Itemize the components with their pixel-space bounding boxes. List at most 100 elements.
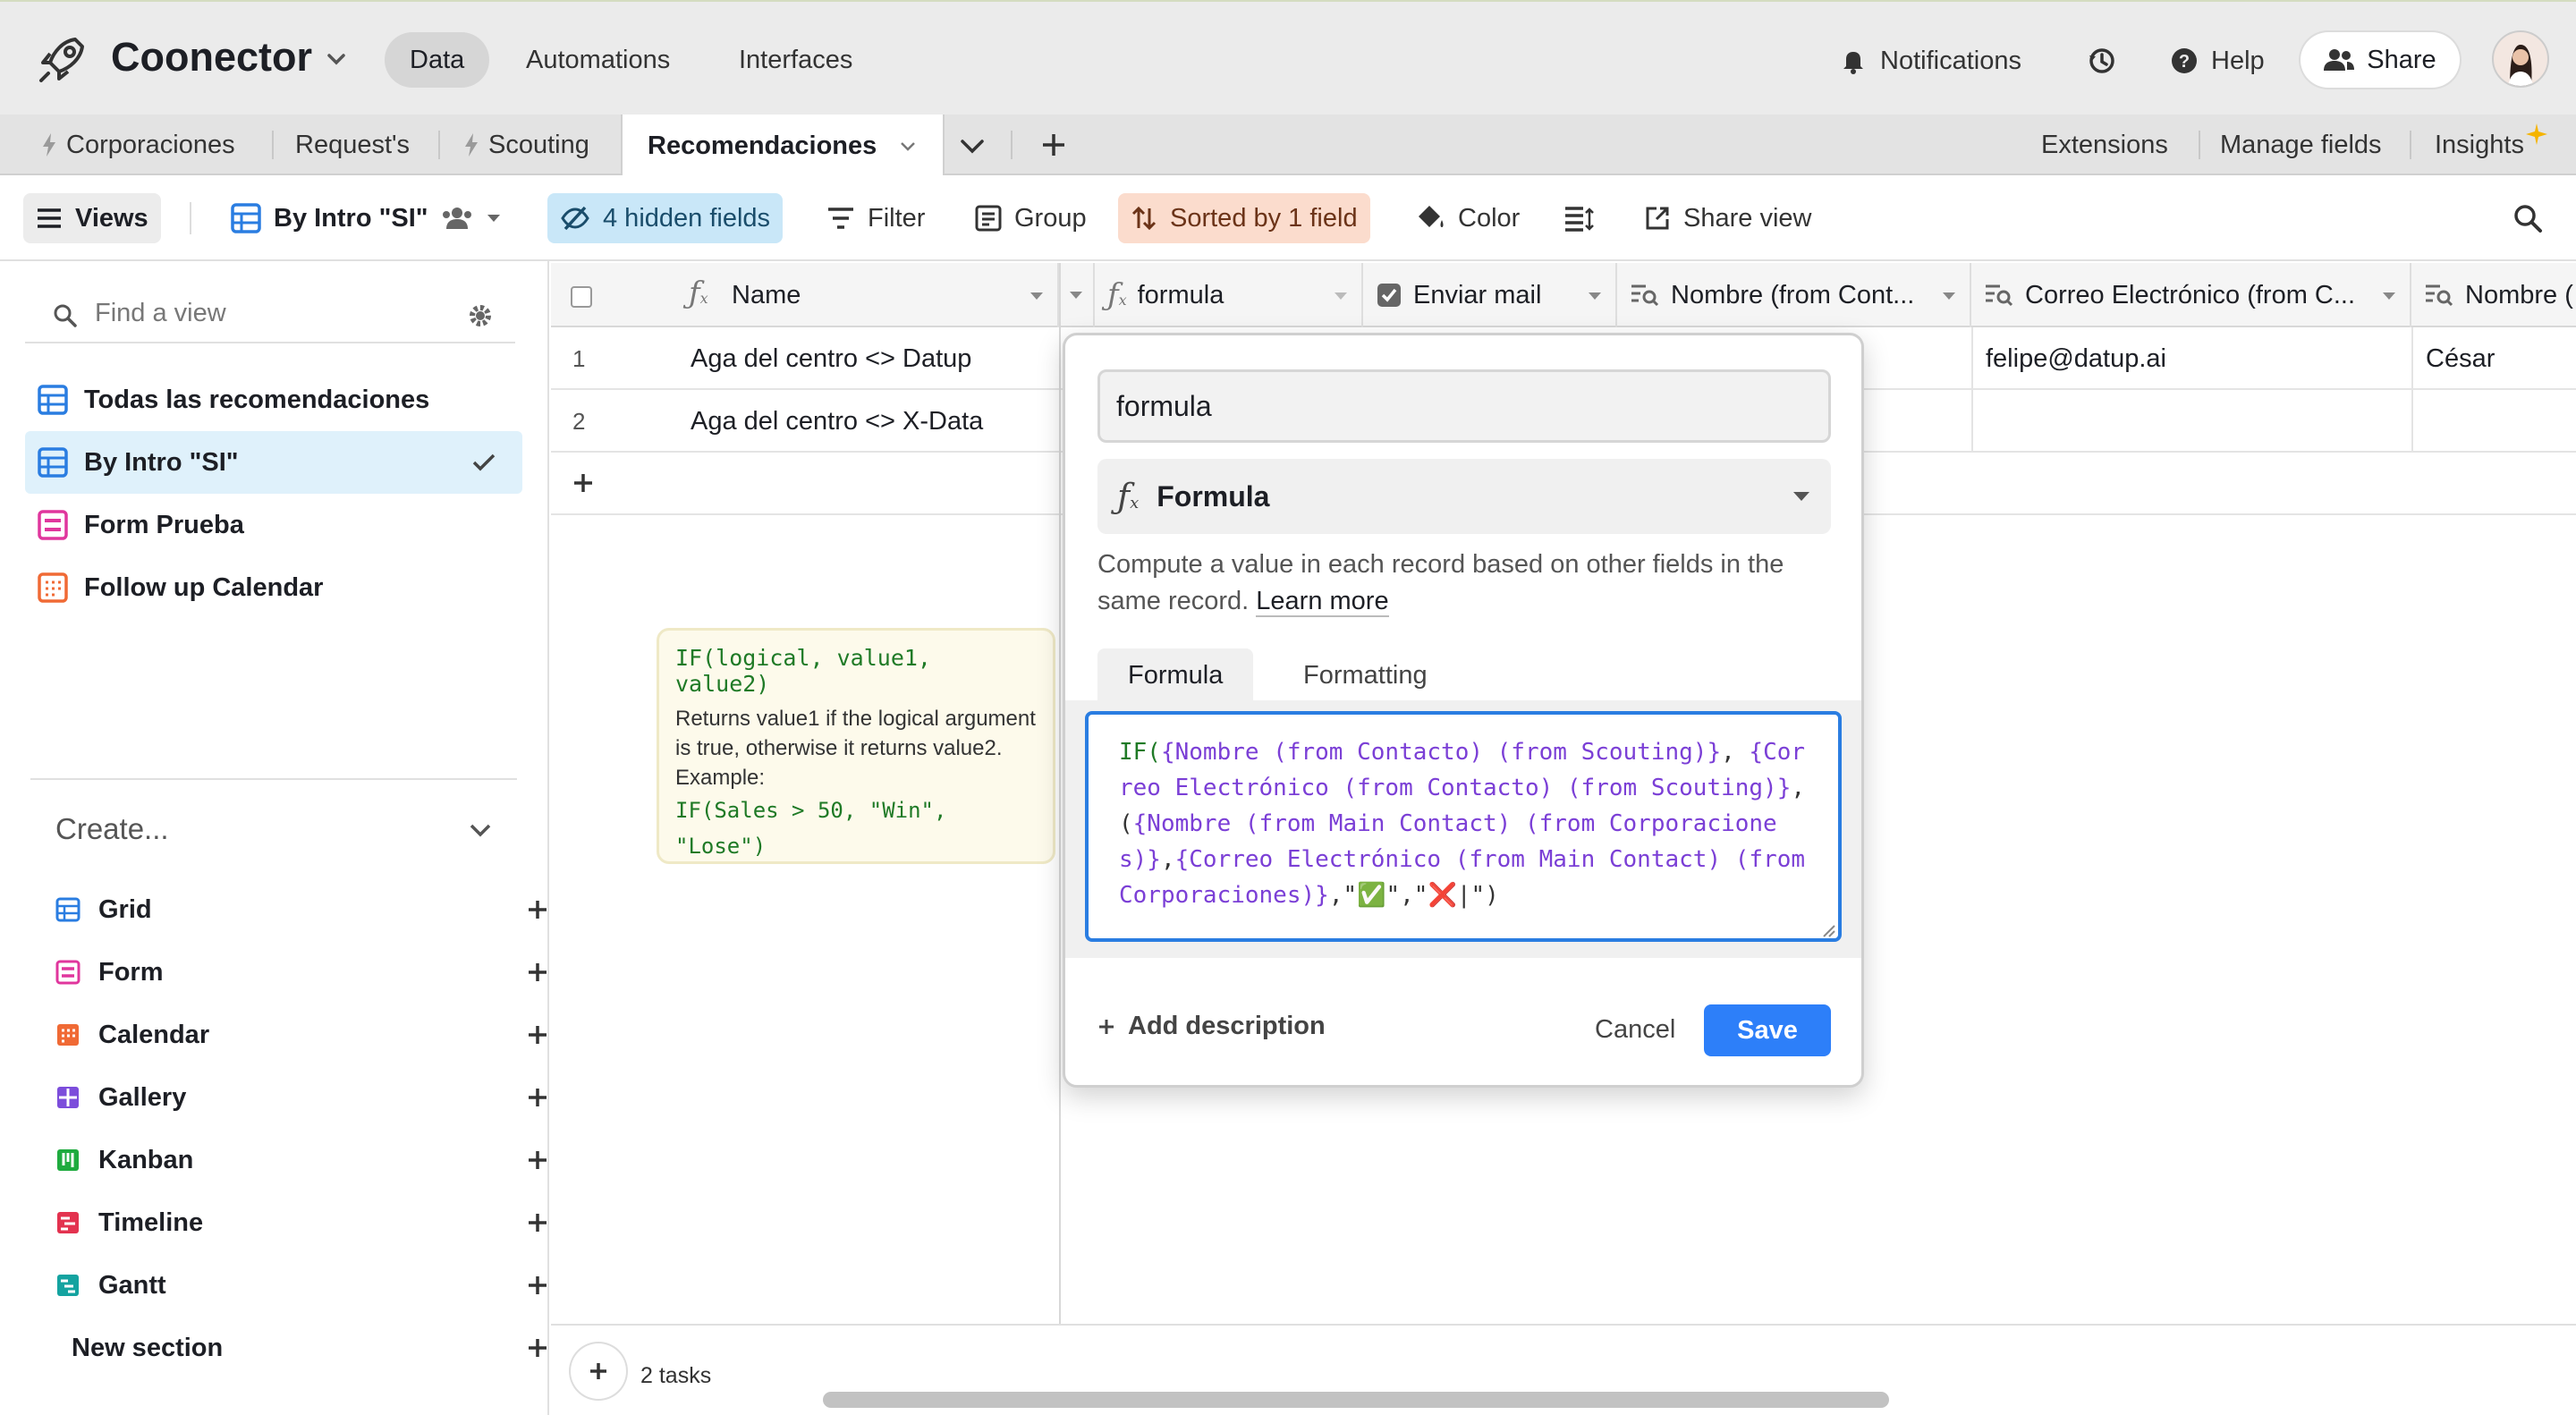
tab-scouting[interactable]: Scouting [463,114,589,175]
rocket-logo-icon[interactable] [36,32,89,86]
search-icon [54,304,77,327]
view-item-by-intro[interactable]: By Intro "SI" [25,431,522,494]
create-form[interactable]: Form [55,950,547,995]
extensions-label: Extensions [2041,130,2168,159]
toolbar-divider [190,202,191,234]
grid-view-icon [38,447,68,478]
group-button[interactable]: Group [962,193,1099,243]
plus-icon [1099,1019,1114,1034]
form-view-icon [55,960,80,985]
plus-icon [529,901,547,919]
column-header-nombre-main-contact[interactable]: Nombre ( [2411,263,2576,327]
column-header-enviar-mail[interactable]: Enviar mail [1363,263,1617,327]
insights-button[interactable]: Insights [2435,114,2547,175]
frozen-column-divider[interactable] [1059,263,1061,1324]
row-number: 1 [572,345,586,372]
nav-data[interactable]: Data [385,32,490,88]
nav-interfaces[interactable]: Interfaces [714,32,877,88]
cancel-button[interactable]: Cancel [1579,1004,1691,1055]
column-label: formula [1137,280,1224,309]
tab-divider [438,131,440,159]
add-description-button[interactable]: Add description [1097,1012,1326,1041]
nombre-main-cell[interactable] [2411,390,2576,453]
tab-corporaciones[interactable]: Corporaciones [41,114,235,175]
add-table-plus-icon[interactable] [1039,131,1068,159]
search-icon[interactable] [2512,202,2544,234]
notifications-button[interactable]: Notifications [1839,41,2021,80]
tab-formatting[interactable]: Formatting [1273,648,1458,702]
view-label: Form Prueba [84,510,244,539]
column-header-formula[interactable]: ƒx formula [1095,263,1363,327]
tab-label: Scouting [488,130,589,159]
correo-cell[interactable]: felipe@datup.ai [1971,327,2411,390]
hidden-fields-button[interactable]: 4 hidden fields [547,193,784,243]
tab-requests[interactable]: Request's [295,114,410,175]
correo-cell[interactable] [1971,390,2411,453]
function-signature: IF(logical, value1, value2) [675,645,931,697]
create-gallery[interactable]: Gallery [55,1075,547,1120]
horizontal-scrollbar[interactable] [823,1392,1889,1408]
create-grid[interactable]: Grid [55,887,547,932]
manage-fields-button[interactable]: Manage fields [2220,114,2382,175]
app-title[interactable]: Coonector [111,34,312,80]
create-calendar[interactable]: Calendar [55,1013,547,1057]
notifications-label: Notifications [1880,46,2021,75]
chevron-down-icon[interactable] [322,45,351,73]
select-all-checkbox[interactable] [571,286,592,308]
row-height-icon[interactable] [1563,206,1594,233]
caret-down-icon [1589,292,1601,300]
lookup-field-icon [1986,284,2013,307]
formula-code-editor[interactable]: IF({Nombre (from Contacto) (from Scoutin… [1085,711,1842,942]
nav-automations[interactable]: Automations [501,32,695,88]
filter-button[interactable]: Filter [814,193,937,243]
learn-more-link[interactable]: Learn more [1256,587,1389,617]
help-button[interactable]: ? Help [2170,41,2265,80]
views-button[interactable]: Views [23,193,161,243]
share-label: Share [2367,45,2436,74]
tab-formula[interactable]: Formula [1097,648,1254,702]
field-type-select[interactable]: ƒx Formula [1097,459,1831,534]
sort-button[interactable]: Sorted by 1 field [1118,193,1370,243]
new-section-button[interactable]: New section [72,1326,547,1370]
avatar[interactable] [2492,30,2549,88]
field-name-input[interactable]: formula [1097,369,1831,443]
caret-down-icon[interactable] [1029,290,1045,302]
name-cell[interactable]: Aga del centro <> X-Data [678,390,1059,453]
tab-divider [2410,131,2411,159]
share-view-button[interactable]: Share view [1631,193,1824,243]
extensions-button[interactable]: Extensions [2041,114,2168,175]
create-gantt[interactable]: Gantt [55,1263,547,1308]
share-button[interactable]: Share [2301,32,2460,88]
add-record-button[interactable] [571,1343,626,1399]
column-header-name[interactable]: ƒx Name [551,263,1059,327]
color-button[interactable]: Color [1402,193,1532,243]
grid-view-icon [55,897,80,922]
history-icon[interactable] [2086,45,2118,77]
current-view-button[interactable]: By Intro "SI" [218,193,514,243]
view-item-todas[interactable]: Todas las recomendaciones [25,369,522,431]
chevron-down-icon[interactable] [898,136,918,156]
column-header-correo-contacto[interactable]: Correo Electrónico (from C... [1971,263,2411,327]
create-timeline[interactable]: Timeline [55,1200,547,1245]
create-kanban[interactable]: Kanban [55,1138,547,1182]
save-button[interactable]: Save [1704,1004,1831,1056]
tab-recomendaciones[interactable]: Recomendaciones [621,114,945,177]
cross-emoji: ❌ [1428,882,1457,909]
tab-divider [272,131,274,159]
lookup-field-icon [1631,284,1659,307]
column-divider-caret[interactable] [1059,263,1095,327]
nombre-main-cell[interactable]: César [2411,327,2576,390]
form-view-icon [38,510,68,540]
gear-icon[interactable] [467,302,494,329]
chevron-down-icon[interactable] [467,819,494,841]
find-view-search[interactable]: Find a view [25,290,515,343]
name-cell[interactable]: Aga del centro <> Datup [678,327,1059,390]
create-section-title[interactable]: Create... [55,812,169,846]
view-item-form-prueba[interactable]: Form Prueba [25,494,522,556]
grid-header-row: ƒx Name ƒx formula Enviar mail Nombre (f… [551,263,2576,327]
all-tables-chevron-icon[interactable] [957,132,987,159]
column-header-nombre-contacto[interactable]: Nombre (from Cont... [1617,263,1971,327]
create-label: Grid [98,894,152,924]
view-item-follow-up-calendar[interactable]: Follow up Calendar [25,556,522,619]
resize-handle-icon[interactable] [1822,924,1836,938]
